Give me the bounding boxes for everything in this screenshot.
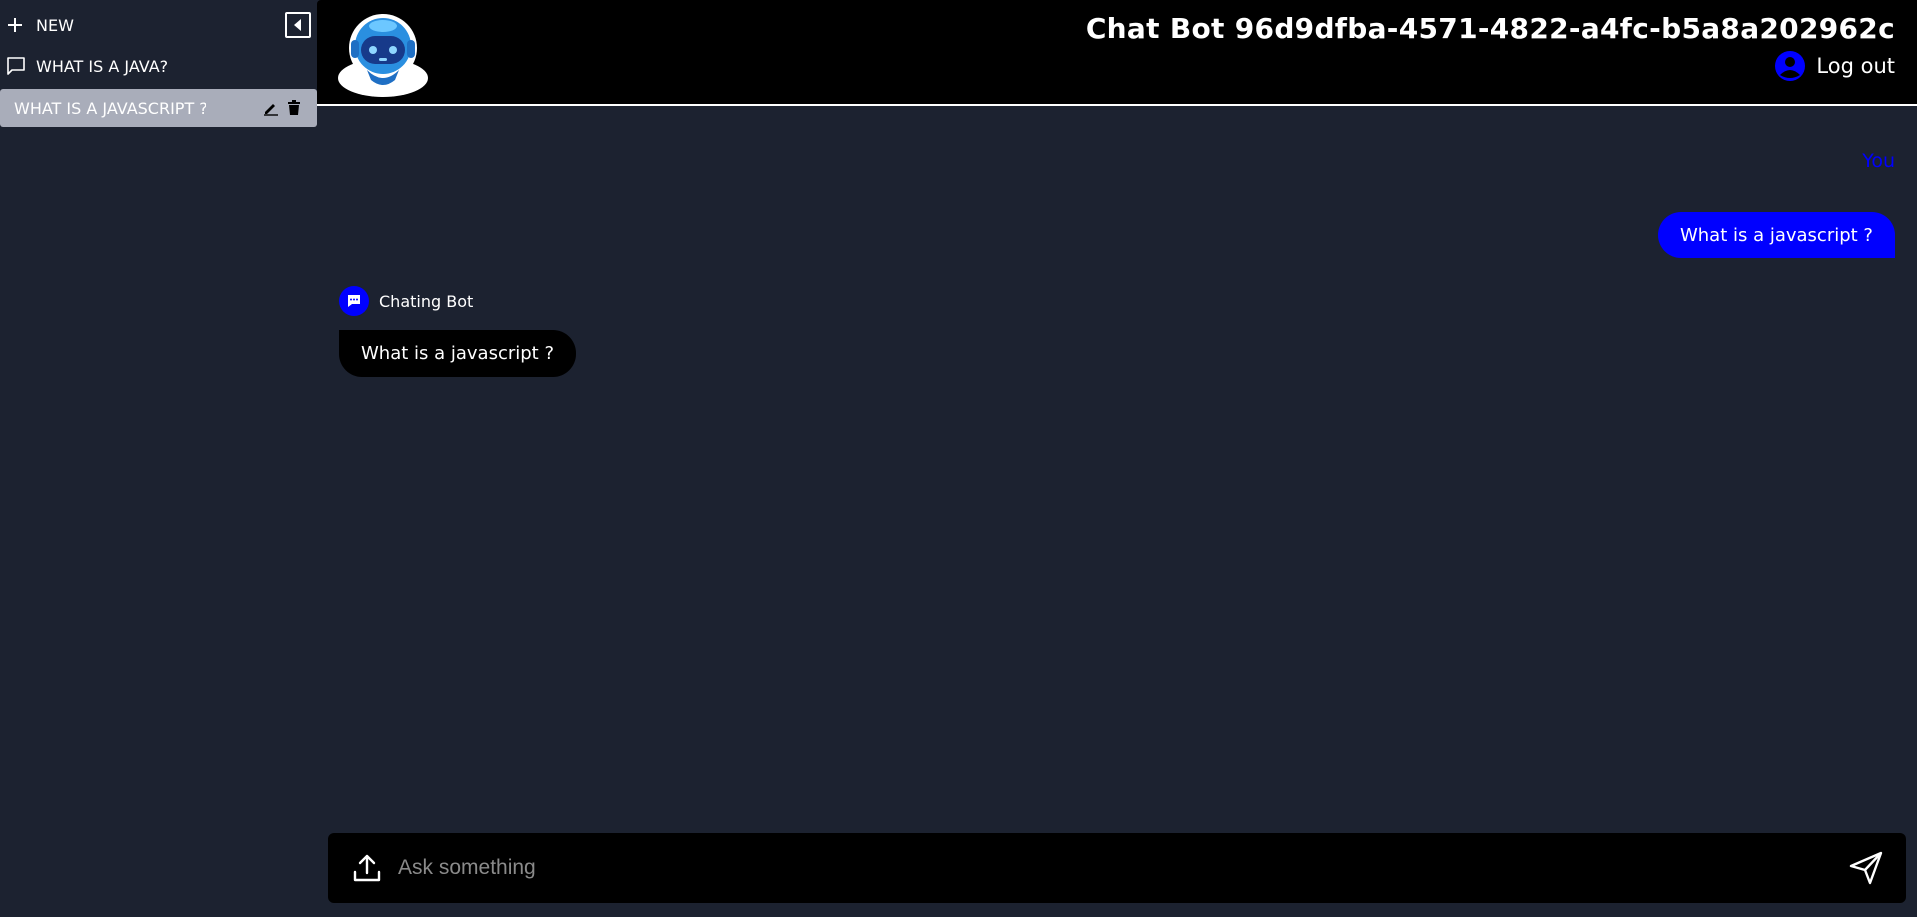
logout-label: Log out [1816,54,1895,78]
chat-bubble-icon [6,56,26,76]
send-icon[interactable] [1846,848,1886,888]
sidebar-item-java[interactable]: WHAT IS A JAVA? [6,52,306,80]
robot-logo-icon [337,10,431,98]
sidebar: NEW WHAT IS A JAVA? WHAT IS A JAVASCRIPT… [0,0,317,917]
plus-icon [6,16,24,34]
sidebar-item-label: WHAT IS A JAVASCRIPT ? [14,98,206,118]
bot-chat-icon [339,286,369,316]
user-message-bubble: What is a javascript ? [1657,212,1895,258]
message-composer [328,833,1906,903]
upload-icon[interactable] [352,852,382,884]
ask-input[interactable] [398,848,1846,888]
header: Chat Bot 96d9dfba-4571-4822-a4fc-b5a8a20… [317,0,1917,106]
collapse-sidebar-button[interactable] [285,12,311,38]
sidebar-item-label: WHAT IS A JAVA? [36,56,169,76]
new-chat-label: NEW [36,15,74,35]
logout-button[interactable]: Log out [1774,48,1895,84]
edit-icon[interactable] [263,100,279,116]
bot-sender-header: Chating Bot [339,286,473,316]
user-message-text: What is a javascript ? [1679,224,1873,246]
page-title: Chat Bot 96d9dfba-4571-4822-a4fc-b5a8a20… [1085,12,1895,45]
trash-icon[interactable] [287,100,301,116]
bot-message-text: What is a javascript ? [361,343,555,364]
bot-name: Chating Bot [379,291,474,311]
new-chat-button[interactable]: NEW [6,10,206,40]
user-circle-icon [1774,50,1806,82]
user-sender-label: You [1862,150,1895,172]
caret-left-icon [292,18,304,32]
sidebar-item-javascript[interactable]: WHAT IS A JAVASCRIPT ? [0,89,317,127]
bot-message-bubble: What is a javascript ? [339,330,577,377]
